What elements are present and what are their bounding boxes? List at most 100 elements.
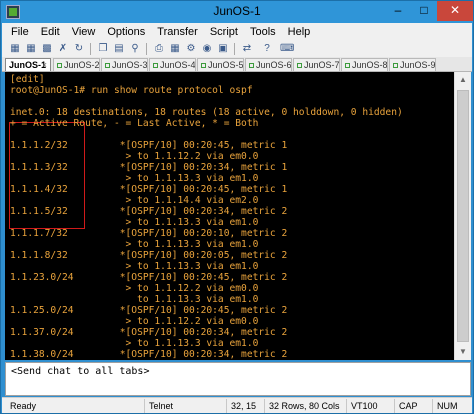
- status-check-icon: [153, 63, 158, 68]
- terminal-line: 1.1.25.0/24 *[OSPF/10] 00:20:45, metric …: [10, 305, 288, 316]
- terminal-scrollbar[interactable]: ▲ ▼: [454, 72, 471, 360]
- terminal-line: + = Active Route, - = Last Active, * = B…: [10, 118, 259, 129]
- menu-script[interactable]: Script: [204, 23, 244, 41]
- global-options-icon[interactable]: ◉: [200, 42, 214, 56]
- status-check-icon: [57, 63, 62, 68]
- title-bar[interactable]: JunOS-1 – □ ✕: [1, 1, 473, 23]
- tab-label: JunOS-4: [160, 60, 196, 70]
- maximize-button[interactable]: □: [411, 1, 437, 21]
- tab-label: JunOS-9: [400, 60, 436, 70]
- menu-file[interactable]: File: [2, 23, 35, 41]
- terminal-line: [edit]: [10, 74, 45, 85]
- status-ready: Ready: [10, 401, 37, 411]
- terminal-line: > to 1.1.13.3 via em1.0: [10, 338, 259, 349]
- connect-icon[interactable]: ▦: [8, 42, 22, 56]
- tab-junos-2[interactable]: JunOS-2: [53, 58, 100, 71]
- scroll-thumb[interactable]: [457, 90, 469, 342]
- tab-junos-9[interactable]: JunOS-9: [389, 58, 436, 71]
- terminal-line: to 1.1.13.3 via em1.0: [10, 294, 259, 305]
- tab-label: JunOS-8: [352, 60, 388, 70]
- toolbar-divider: [146, 43, 147, 55]
- scroll-up-arrow-icon[interactable]: ▲: [455, 72, 471, 88]
- terminal-line: > to 1.1.13.3 via em1.0: [10, 217, 259, 228]
- print-setup-icon[interactable]: ▦: [168, 42, 182, 56]
- disconnect-icon[interactable]: ✗: [56, 42, 70, 56]
- status-check-icon: [297, 63, 302, 68]
- tab-junos-8[interactable]: JunOS-8: [341, 58, 388, 71]
- menu-bar: File Edit View Options Transfer Script Tools He…: [2, 23, 472, 41]
- terminal-line: root@JunOS-1# run show route protocol os…: [10, 85, 253, 96]
- terminal-line: > to 1.1.12.2 via em0.0: [10, 316, 259, 327]
- terminal-line: > to 1.1.13.3 via em1.0: [10, 173, 259, 184]
- terminal-line: 1.1.1.4/32 *[OSPF/10] 00:20:45, metric 1: [10, 184, 288, 195]
- status-size: 32 Rows, 80 Cols: [264, 399, 344, 413]
- terminal-line: > to 1.1.14.4 via em2.0: [10, 195, 259, 206]
- tab-junos-3[interactable]: JunOS-3: [101, 58, 148, 71]
- terminal-line: 1.1.1.2/32 *[OSPF/10] 00:20:45, metric 1: [10, 140, 288, 151]
- tab-label: JunOS-1: [9, 60, 47, 70]
- tab-label: JunOS-2: [64, 60, 100, 70]
- settings-icon[interactable]: ⚙: [184, 42, 198, 56]
- terminal-line: inet.0: 18 destinations, 18 routes (18 a…: [10, 107, 403, 118]
- status-check-icon: [393, 63, 398, 68]
- tab-label: JunOS-5: [208, 60, 244, 70]
- status-emulation: VT100: [346, 399, 392, 413]
- terminal-line: 1.1.1.3/32 *[OSPF/10] 00:20:34, metric 1: [10, 162, 288, 173]
- session-tabs: JunOS-1 × JunOS-2 JunOS-3 JunOS-4 JunOS-5…: [2, 57, 472, 72]
- terminal-line: 1.1.37.0/24 *[OSPF/10] 00:20:34, metric …: [10, 327, 288, 338]
- chat-input[interactable]: <Send chat to all tabs>: [5, 362, 471, 396]
- toolbar: ▦ ▦ ▩ ✗ ↻ ❐ ▤ ⚲ ⎙ ▦ ⚙ ◉ ▣ ⇄ ? ⌨: [2, 41, 472, 57]
- tab-junos-7[interactable]: JunOS-7: [293, 58, 340, 71]
- print-icon[interactable]: ⎙: [152, 42, 166, 56]
- menu-edit[interactable]: Edit: [35, 23, 66, 41]
- tab-junos-1[interactable]: JunOS-1 ×: [5, 58, 51, 71]
- status-protocol: Telnet: [144, 399, 204, 413]
- close-button[interactable]: ✕: [437, 1, 473, 21]
- terminal-line: > to 1.1.12.2 via em0.0: [10, 151, 259, 162]
- find-icon[interactable]: ⚲: [128, 42, 142, 56]
- app-window: JunOS-1 – □ ✕ File Edit View Options Transfe…: [0, 0, 474, 414]
- menu-transfer[interactable]: Transfer: [151, 23, 204, 41]
- terminal-line: 1.1.1.7/32 *[OSPF/10] 00:20:10, metric 2: [10, 228, 288, 239]
- status-check-icon: [345, 63, 350, 68]
- toolbar-divider: [234, 43, 235, 55]
- status-check-icon: [249, 63, 254, 68]
- terminal-line: 1.1.23.0/24 *[OSPF/10] 00:20:45, metric …: [10, 272, 288, 283]
- terminal-output[interactable]: [edit] root@JunOS-1# run show route proto…: [5, 72, 454, 360]
- session-options-icon[interactable]: ▣: [216, 42, 230, 56]
- quick-connect-icon[interactable]: ▦: [24, 42, 38, 56]
- status-check-icon: [201, 63, 206, 68]
- tab-label: JunOS-7: [304, 60, 340, 70]
- close-tab-icon[interactable]: ×: [42, 59, 47, 71]
- status-caps: CAP: [394, 399, 430, 413]
- terminal-line: > to 1.1.12.2 via em0.0: [10, 283, 259, 294]
- tab-junos-4[interactable]: JunOS-4: [149, 58, 196, 71]
- paste-icon[interactable]: ▤: [112, 42, 126, 56]
- tab-junos-6[interactable]: JunOS-6: [245, 58, 292, 71]
- tab-label: JunOS-6: [256, 60, 292, 70]
- connect-tab-icon[interactable]: ▩: [40, 42, 54, 56]
- scroll-down-arrow-icon[interactable]: ▼: [455, 344, 471, 360]
- terminal-line: 1.1.1.5/32 *[OSPF/10] 00:20:34, metric 2: [10, 206, 288, 217]
- terminal-line: 1.1.1.8/32 *[OSPF/10] 00:20:05, metric 2: [10, 250, 288, 261]
- sftp-icon[interactable]: ⇄: [240, 42, 254, 56]
- menu-help[interactable]: Help: [282, 23, 317, 41]
- status-bar: Ready Telnet 32, 15 32 Rows, 80 Cols VT1…: [2, 397, 472, 413]
- keymap-icon[interactable]: ⌨: [280, 42, 294, 56]
- status-cursor: 32, 15: [226, 399, 264, 413]
- menu-view[interactable]: View: [66, 23, 102, 41]
- help-icon[interactable]: ?: [260, 42, 274, 56]
- toolbar-divider: [90, 43, 91, 55]
- status-check-icon: [105, 63, 110, 68]
- menu-options[interactable]: Options: [101, 23, 151, 41]
- menu-tools[interactable]: Tools: [244, 23, 282, 41]
- tab-junos-5[interactable]: JunOS-5: [197, 58, 244, 71]
- status-num: NUM: [432, 399, 470, 413]
- chat-placeholder: <Send chat to all tabs>: [11, 366, 150, 377]
- reconnect-icon[interactable]: ↻: [72, 42, 86, 56]
- terminal-line: 1.1.38.0/24 *[OSPF/10] 00:20:34, metric …: [10, 349, 288, 360]
- minimize-button[interactable]: –: [385, 1, 411, 21]
- terminal-line: > to 1.1.13.3 via em1.0: [10, 239, 259, 250]
- terminal-line: > to 1.1.13.3 via em1.0: [10, 261, 259, 272]
- copy-icon[interactable]: ❐: [96, 42, 110, 56]
